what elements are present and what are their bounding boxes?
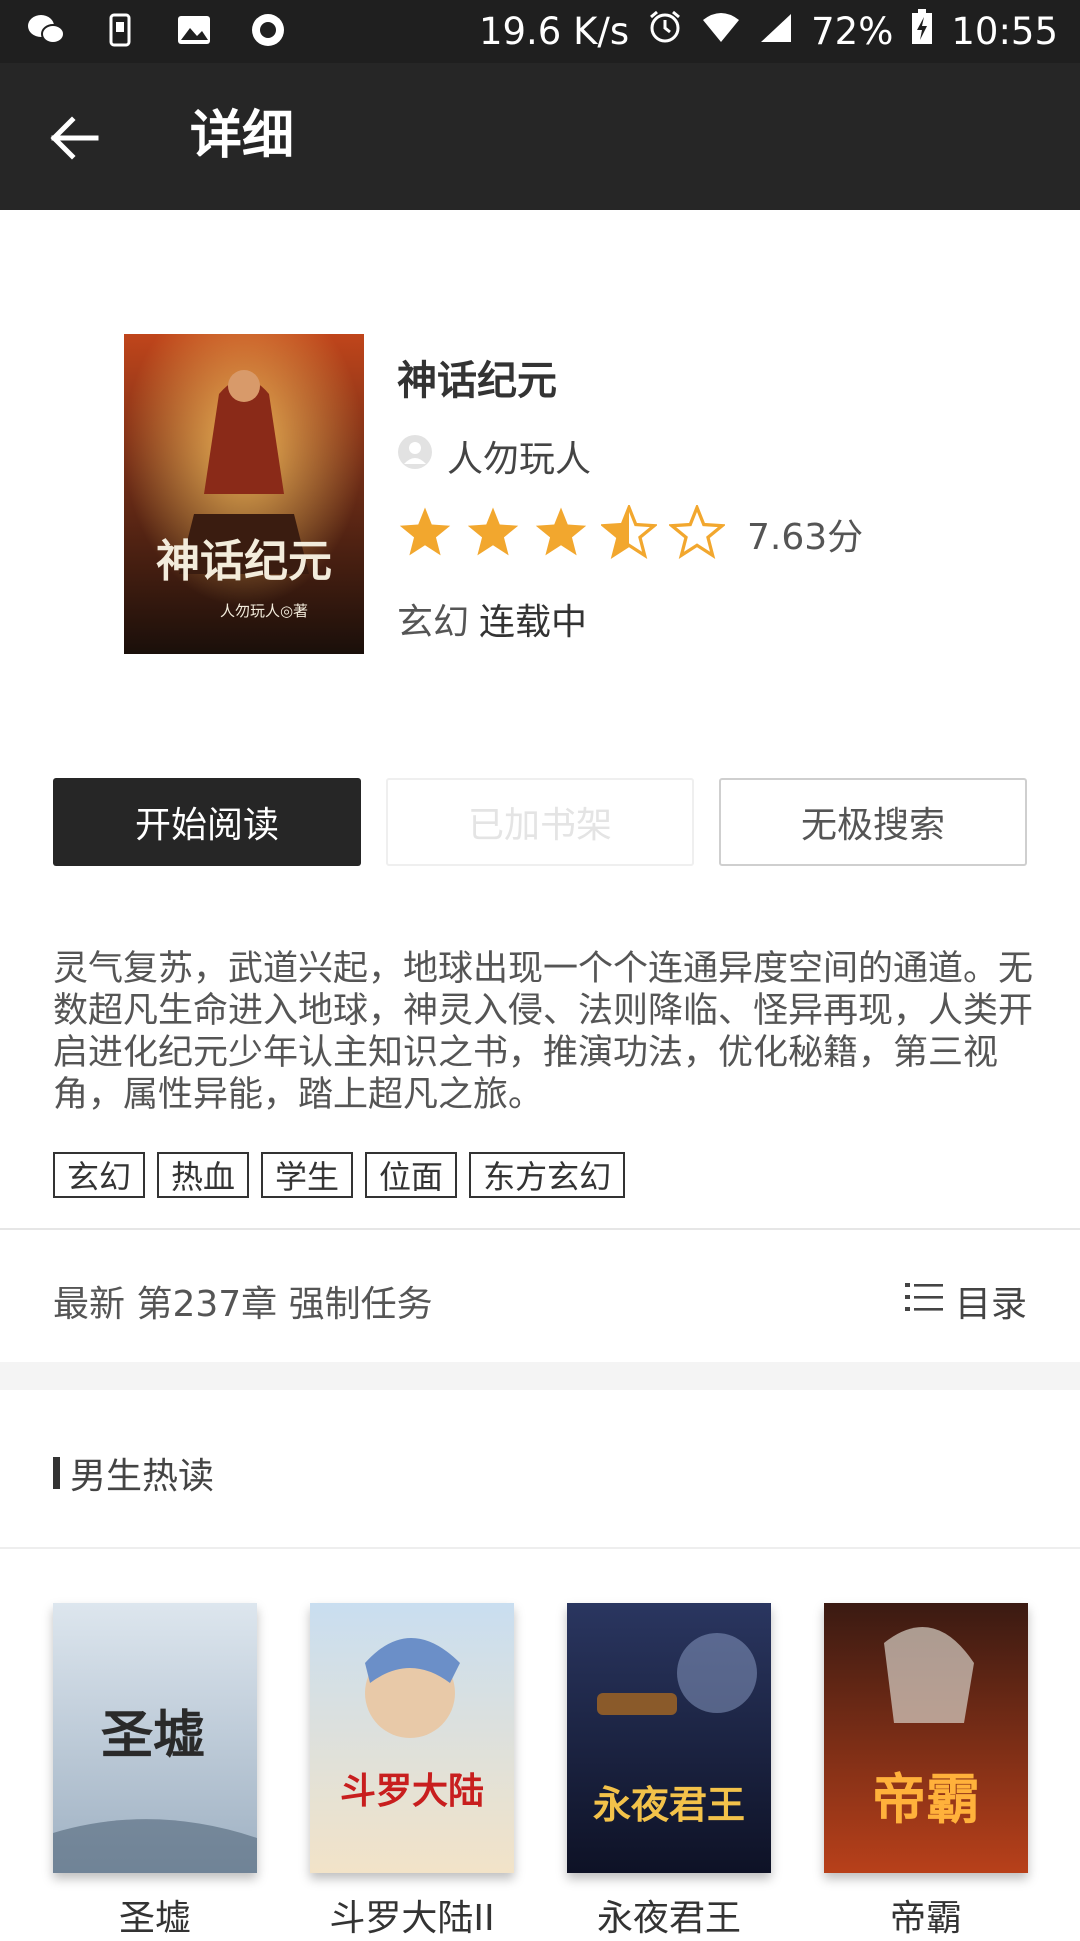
star-empty-icon [667, 503, 727, 563]
search-button[interactable]: 无极搜索 [719, 778, 1027, 866]
arrow-left-icon[interactable] [44, 108, 104, 168]
cover-text: 永夜君王 [593, 1782, 745, 1827]
status-bar: 19.6 K/s 72% 10:55 [0, 0, 1080, 63]
book-cover: 神话纪元 人勿玩人◎著 [124, 334, 364, 654]
rating-score: 7.63分 [747, 517, 864, 558]
tag-item[interactable]: 位面 [365, 1152, 458, 1198]
section-spacer [0, 1362, 1080, 1390]
recommended-cover[interactable]: 永夜君王 [567, 1603, 771, 1873]
book-status: 连载中 [479, 602, 588, 643]
book-meta: 玄幻 连载中 [397, 593, 587, 645]
page-title: 详细 [190, 106, 295, 166]
star-half-icon [599, 503, 659, 563]
star-full-icon [397, 505, 453, 563]
cover-title-text: 神话纪元 [156, 536, 332, 587]
cover-text: 帝霸 [872, 1767, 980, 1831]
recommended-book[interactable]: 斗罗大陆 斗罗大陆II [310, 1603, 514, 1941]
record-icon [246, 10, 290, 50]
recommended-cover[interactable]: 斗罗大陆 [310, 1603, 514, 1873]
book-title: 神话纪元 [397, 358, 557, 404]
list-icon [904, 1281, 943, 1322]
battery-percent: 72% [811, 10, 894, 53]
author-name: 人勿玩人 [447, 439, 592, 480]
book-description: 灵气复苏，武道兴起，地球出现一个个连通异度空间的通道。无数超凡生命进入地球，神灵… [53, 949, 1034, 1115]
recommended-book[interactable]: 帝霸 帝霸 [824, 1603, 1028, 1941]
book-genre: 玄幻 [397, 602, 470, 643]
start-reading-button[interactable]: 开始阅读 [53, 778, 361, 866]
app-bar: 详细 [0, 63, 1080, 210]
wechat-icon [24, 10, 68, 50]
avatar-icon [397, 434, 433, 479]
cover-text: 斗罗大陆 [340, 1771, 484, 1812]
tag-item[interactable]: 学生 [261, 1152, 354, 1198]
recommended-cover[interactable]: 圣墟 [53, 1603, 257, 1873]
battery-icon [911, 9, 933, 54]
recommended-book[interactable]: 圣墟 圣墟 [53, 1603, 257, 1941]
toc-label: 目录 [954, 1284, 1027, 1325]
toc-button[interactable]: 目录 [904, 1275, 1027, 1327]
divider [0, 1228, 1080, 1230]
tag-item[interactable]: 热血 [157, 1152, 250, 1198]
divider [0, 1547, 1080, 1549]
star-full-icon [533, 505, 589, 563]
signal-icon [759, 10, 793, 53]
sim-icon [98, 10, 142, 50]
cover-text: 圣墟 [101, 1705, 205, 1766]
recommended-cover[interactable]: 帝霸 [824, 1603, 1028, 1873]
star-full-icon [465, 505, 521, 563]
section-header: 男生热读 [53, 1447, 214, 1499]
rating-stars: 7.63分 [397, 503, 864, 563]
recommended-title[interactable]: 帝霸 [824, 1889, 1028, 1941]
author-row: 人勿玩人 [397, 430, 591, 482]
recommended-title[interactable]: 圣墟 [53, 1889, 257, 1941]
recommended-title[interactable]: 永夜君王 [567, 1889, 771, 1941]
latest-chapter-link[interactable]: 最新 第237章 强制任务 [53, 1275, 433, 1327]
tag-item[interactable]: 东方玄幻 [469, 1152, 626, 1198]
network-speed: 19.6 K/s [478, 10, 630, 53]
clock-time: 10:55 [951, 10, 1058, 53]
image-icon [172, 10, 216, 50]
added-to-shelf-button[interactable]: 已加书架 [386, 778, 694, 866]
recommended-book[interactable]: 永夜君王 永夜君王 [567, 1603, 771, 1941]
section-title: 男生热读 [70, 1456, 215, 1497]
tag-list: 玄幻 热血 学生 位面 东方玄幻 [53, 1152, 626, 1198]
wifi-icon [701, 10, 741, 53]
section-marker [53, 1457, 60, 1489]
alarm-icon [647, 9, 683, 54]
tag-item[interactable]: 玄幻 [53, 1152, 146, 1198]
cover-author-text: 人勿玩人◎著 [220, 602, 308, 620]
recommended-title[interactable]: 斗罗大陆II [310, 1889, 514, 1941]
